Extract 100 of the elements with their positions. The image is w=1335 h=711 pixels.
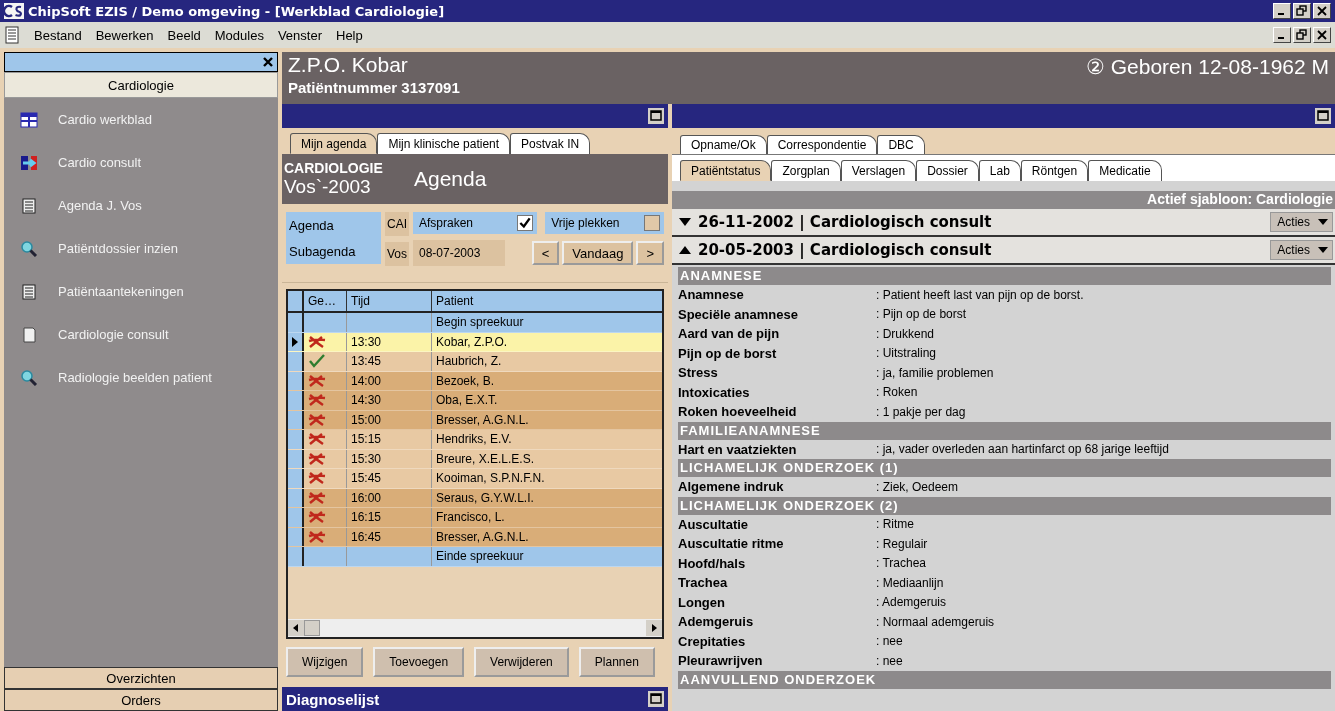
table-cell: Kobar, Z.P.O.	[436, 334, 508, 349]
table-row[interactable]: 13:45 Haubrich, Z.	[288, 352, 662, 372]
window-title: ChipSoft EZIS / Demo omgeving - [Werkblad Cardiologie]	[28, 3, 445, 19]
section-header: FAMILIEANAMNESE	[680, 422, 821, 438]
restore-icon[interactable]	[1293, 3, 1311, 19]
minimize-icon[interactable]	[1273, 3, 1291, 19]
column-header[interactable]: Patient	[432, 294, 662, 308]
tab[interactable]: Röntgen	[1020, 160, 1089, 181]
restore-icon[interactable]	[1293, 27, 1311, 43]
maximize-icon[interactable]	[1315, 108, 1331, 124]
actions-dropdown[interactable]: Acties	[1270, 240, 1333, 260]
table-row[interactable]: 16:15 Francisco, L.	[288, 508, 662, 528]
action-button[interactable]: Plannen	[578, 647, 655, 677]
date-field[interactable]: 08-07-2003	[413, 240, 505, 266]
tab[interactable]: Postvak IN	[510, 133, 591, 154]
table-cell: Bresser, A.G.N.L.	[436, 529, 529, 544]
agenda-subtitle: Vos`-2003	[284, 176, 372, 198]
table-row[interactable]: 15:00 Bresser, A.G.N.L.	[288, 410, 662, 430]
actions-dropdown[interactable]: Acties	[1270, 212, 1333, 232]
close-icon[interactable]	[262, 56, 274, 68]
table-row[interactable]: 13:30 Kobar, Z.P.O.	[288, 332, 662, 352]
field-label: Roken hoeveelheid	[678, 404, 798, 420]
search-field[interactable]	[4, 52, 278, 72]
maximize-icon[interactable]	[648, 108, 664, 124]
table-row[interactable]: 14:00 Bezoek, B.	[288, 371, 662, 391]
table-cell: 14:30	[351, 393, 382, 408]
table-row[interactable]: 15:15 Hendriks, E.V.	[288, 430, 662, 450]
table-row[interactable]: 14:30 Oba, E.X.T.	[288, 391, 662, 411]
subagenda-value[interactable]: Vos	[385, 242, 409, 266]
checkbox[interactable]	[517, 215, 534, 231]
tab[interactable]: Verslagen	[840, 160, 917, 181]
expand-toggle-icon[interactable]	[678, 217, 692, 227]
column-header[interactable]: Ge…	[304, 291, 347, 311]
action-button[interactable]: Verwijderen	[474, 647, 569, 677]
table-row[interactable]: 15:45 Kooiman, S.P.N.F.N.	[288, 469, 662, 489]
nav-button[interactable]: >	[636, 241, 664, 265]
table-cell: Breure, X.E.L.E.S.	[436, 451, 535, 466]
table-cell: Einde spreekuur	[436, 549, 524, 564]
checkbox-label: Vrije plekken	[551, 216, 620, 230]
table-row[interactable]: 16:45 Bresser, A.G.N.L.	[288, 527, 662, 547]
sidebar-group-header[interactable]: Overzichten	[4, 667, 278, 689]
table-cell: Haubrich, Z.	[436, 354, 502, 369]
maximize-icon[interactable]	[648, 691, 664, 707]
table-cell: 15:45	[351, 471, 382, 486]
department-label: CARDIOLOGIE	[284, 160, 384, 176]
table-cell: 13:45	[351, 354, 382, 369]
menu-item[interactable]: Venster	[277, 27, 322, 43]
action-button[interactable]: Wijzigen	[286, 647, 364, 677]
field-label: Stress	[678, 365, 719, 381]
sidebar-group-header[interactable]: Cardiologie	[4, 72, 278, 98]
field-value: : ja, vader overleden aan hartinfarct op 68 jarige leeftijd	[876, 442, 1169, 457]
field-value: : Normaal ademgeruis	[876, 614, 995, 629]
field-label: Auscultatie	[678, 516, 750, 532]
table-cell: Begin spreekuur	[436, 315, 524, 330]
sidebar-group-header[interactable]: Orders	[4, 689, 278, 711]
scroll-left-icon[interactable]	[288, 620, 304, 636]
table-row[interactable]: 16:00 Seraus, G.Y.W.L.I.	[288, 488, 662, 508]
consult-title[interactable]: 26-11-2002 | Cardiologisch consult	[698, 213, 992, 231]
tab[interactable]: Lab	[978, 160, 1021, 181]
tab[interactable]: Mijn agenda	[290, 133, 378, 154]
checkbox[interactable]	[644, 215, 660, 231]
field-value: : ja, familie problemen	[876, 365, 994, 380]
action-button[interactable]: Toevoegen	[373, 647, 465, 677]
tab[interactable]: Medicatie	[1088, 160, 1162, 181]
menu-item[interactable]: Help	[336, 27, 363, 43]
tab[interactable]: Patiëntstatus	[680, 160, 772, 181]
column-header[interactable]: Tijd	[347, 291, 432, 311]
subagenda-label: Subagenda	[289, 243, 357, 259]
section-header: AANVULLEND ONDERZOEK	[680, 671, 877, 687]
tab[interactable]: DBC	[877, 135, 925, 154]
agenda-title: Agenda	[414, 167, 487, 191]
scroll-thumb[interactable]	[304, 620, 320, 636]
menu-item[interactable]: Beeld	[167, 27, 201, 43]
menu-item[interactable]: Bestand	[34, 27, 82, 43]
horizontal-scrollbar[interactable]	[288, 619, 662, 637]
tab[interactable]: Correspondentie	[766, 135, 878, 154]
agenda-value[interactable]: CAI	[385, 212, 409, 236]
expand-toggle-icon[interactable]	[678, 245, 692, 255]
caret-icon	[1318, 247, 1328, 253]
table-cell: Francisco, L.	[436, 510, 505, 525]
tab[interactable]: Dossier	[916, 160, 979, 181]
table-cell: Seraus, G.Y.W.L.I.	[436, 490, 534, 505]
nav-button[interactable]: <	[531, 241, 560, 265]
table-row[interactable]: 15:30 Breure, X.E.L.E.S.	[288, 449, 662, 469]
menu-item[interactable]: Modules	[214, 27, 264, 43]
template-label: Actief sjabloon: Cardiologie	[1147, 191, 1333, 207]
nav-button[interactable]: Vandaag	[562, 241, 634, 265]
menu-item[interactable]: Bewerken	[95, 27, 154, 43]
consult-title[interactable]: 20-05-2003 | Cardiologisch consult	[698, 241, 992, 259]
field-label: Speciële anamnese	[678, 306, 799, 322]
minimize-icon[interactable]	[1273, 27, 1291, 43]
scroll-right-icon[interactable]	[646, 620, 662, 636]
field-value: : Regulair	[876, 536, 928, 551]
tab[interactable]: Opname/Ok	[680, 135, 767, 154]
tab[interactable]: Mijn klinische patient	[377, 133, 511, 154]
field-value: : Patient heeft last van pijn op de borst.	[876, 287, 1084, 302]
tab[interactable]: Zorgplan	[771, 160, 841, 181]
document-icon[interactable]	[4, 26, 20, 44]
field-label: Algemene indruk	[678, 479, 785, 495]
table-cell: Hendriks, E.V.	[436, 432, 512, 447]
